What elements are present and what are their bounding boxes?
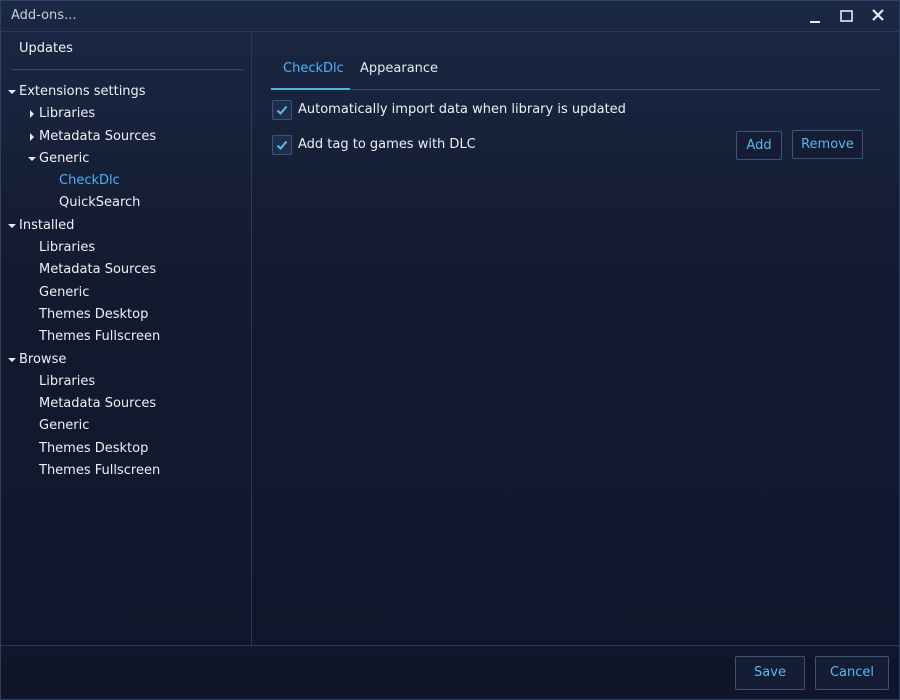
close-button[interactable] bbox=[867, 5, 889, 27]
add-tag-label: Add tag to games with DLC bbox=[298, 137, 476, 152]
tree-item-metadata-sources[interactable]: Metadata Sources bbox=[1, 259, 251, 281]
tree-item-browse[interactable]: Browse bbox=[1, 349, 251, 371]
tab-divider bbox=[271, 89, 880, 90]
auto-import-label: Automatically import data when library i… bbox=[298, 102, 626, 117]
tree-item-label: Metadata Sources bbox=[39, 262, 157, 278]
tree-item-label: Installed bbox=[19, 217, 75, 233]
remove-button[interactable]: Remove bbox=[792, 130, 863, 159]
tree-item-label: QuickSearch bbox=[59, 195, 141, 211]
tree-item-label: CheckDlc bbox=[59, 173, 120, 189]
tab-checkdlc[interactable]: CheckDlc bbox=[283, 61, 344, 76]
dialog-footer: Save Cancel bbox=[1, 645, 899, 699]
tree-item-label: Libraries bbox=[39, 106, 96, 122]
tab-appearance[interactable]: Appearance bbox=[360, 61, 438, 76]
tree-item-label: Themes Desktop bbox=[39, 306, 149, 322]
tree-item-label: Metadata Sources bbox=[39, 128, 157, 144]
tree-item-label: Extensions settings bbox=[19, 84, 146, 99]
tree-item-label: Themes Fullscreen bbox=[39, 463, 161, 479]
tree-item-themes-fullscreen[interactable]: Themes Fullscreen bbox=[1, 460, 251, 482]
maximize-button[interactable] bbox=[835, 5, 857, 27]
sidebar-divider bbox=[11, 69, 243, 70]
tree-item-installed[interactable]: Installed bbox=[1, 215, 251, 237]
tree-item-label: Metadata Sources bbox=[39, 396, 157, 412]
tree-item-metadata-sources[interactable]: Metadata Sources bbox=[1, 126, 251, 148]
add-tag-checkbox[interactable] bbox=[272, 135, 292, 155]
tree-item-label: Themes Desktop bbox=[39, 440, 149, 456]
tree-item-label: Generic bbox=[39, 150, 90, 166]
tree-item-label: Themes Fullscreen bbox=[39, 329, 161, 345]
cancel-button[interactable]: Cancel bbox=[815, 656, 889, 690]
add-button[interactable]: Add bbox=[736, 131, 782, 160]
caret-down-icon[interactable] bbox=[7, 349, 17, 371]
tree-item-extensions-settings[interactable]: Extensions settings bbox=[1, 81, 251, 103]
tree-item-libraries[interactable]: Libraries bbox=[1, 103, 251, 125]
caret-down-icon[interactable] bbox=[7, 81, 17, 103]
tree-item-themes-desktop[interactable]: Themes Desktop bbox=[1, 438, 251, 460]
tree-item-libraries[interactable]: Libraries bbox=[1, 371, 251, 393]
extensions-tree: Extensions settings Libraries Metadata Sou… bbox=[1, 81, 251, 482]
title-bar: Add-ons... bbox=[1, 1, 899, 32]
tree-item-generic[interactable]: Generic bbox=[1, 148, 251, 170]
tree-item-label: Browse bbox=[19, 351, 67, 367]
tree-item-themes-desktop[interactable]: Themes Desktop bbox=[1, 304, 251, 326]
caret-right-icon[interactable] bbox=[27, 103, 37, 125]
auto-import-checkbox[interactable] bbox=[272, 100, 292, 120]
minimize-icon bbox=[810, 21, 820, 23]
settings-panel: CheckDlc Appearance Automatically import… bbox=[253, 33, 899, 645]
caret-right-icon[interactable] bbox=[27, 126, 37, 148]
caret-down-icon[interactable] bbox=[7, 215, 17, 237]
tree-item-generic[interactable]: Generic bbox=[1, 282, 251, 304]
caret-down-icon[interactable] bbox=[27, 148, 37, 170]
close-icon bbox=[872, 9, 884, 21]
save-button[interactable]: Save bbox=[735, 656, 805, 690]
window-title: Add-ons... bbox=[11, 8, 77, 23]
tree-item-libraries[interactable]: Libraries bbox=[1, 237, 251, 259]
active-tab-indicator bbox=[271, 88, 350, 90]
add-ons-window: Add-ons... Updates Extensions settings Li… bbox=[0, 0, 900, 700]
maximize-icon bbox=[840, 10, 853, 22]
checkmark-icon bbox=[276, 105, 288, 115]
tree-item-label: Generic bbox=[39, 284, 90, 300]
tree-item-label: Libraries bbox=[39, 373, 96, 389]
tree-item-label: Generic bbox=[39, 418, 90, 434]
tree-item-label: Libraries bbox=[39, 240, 96, 256]
checkmark-icon bbox=[276, 140, 288, 150]
minimize-button[interactable] bbox=[804, 5, 826, 27]
tree-item-themes-fullscreen[interactable]: Themes Fullscreen bbox=[1, 326, 251, 348]
sidebar: Updates Extensions settings Libraries Meta… bbox=[1, 33, 252, 645]
tree-item-checkdlc[interactable]: CheckDlc bbox=[1, 170, 251, 192]
tree-item-generic[interactable]: Generic bbox=[1, 415, 251, 437]
tree-item-quicksearch[interactable]: QuickSearch bbox=[1, 192, 251, 214]
tree-item-metadata-sources[interactable]: Metadata Sources bbox=[1, 393, 251, 415]
sidebar-item-updates[interactable]: Updates bbox=[19, 41, 73, 56]
